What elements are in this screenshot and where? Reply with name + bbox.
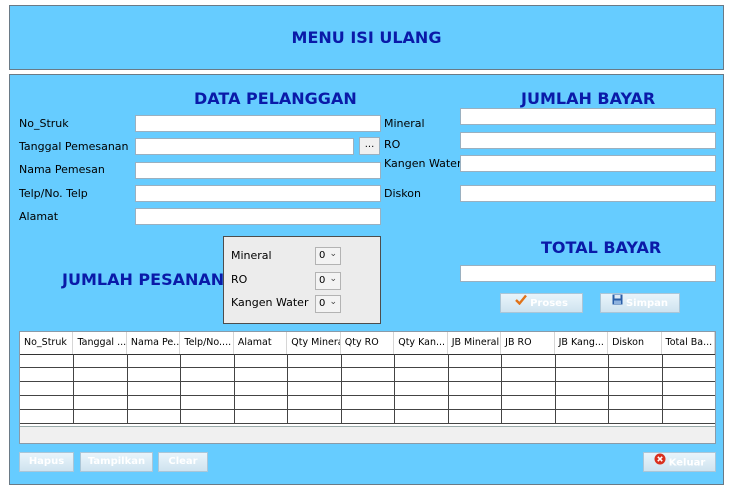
check-icon [515,294,528,312]
table-row[interactable] [20,382,715,396]
table-scroll-area[interactable] [20,426,715,443]
total-section-title: TOTAL BAYAR [541,238,662,257]
table-column-divider [501,354,503,424]
tanggal-label: Tanggal Pemesanan [19,140,129,153]
customer-section-title: DATA PELANGGAN [194,89,357,108]
qty-kangen-label: Kangen Water [231,296,309,309]
table-column-divider [394,354,396,424]
telp-label: Telp/No. Telp [19,187,88,200]
table-column-header[interactable]: JB RO [501,332,555,354]
close-circle-icon [654,453,666,472]
header-panel: MENU ISI ULANG [9,5,724,70]
table-column-header[interactable]: No_Struk [20,332,74,354]
alamat-field[interactable] [135,208,381,225]
no-struk-field[interactable] [135,115,381,132]
diskon-field[interactable] [460,185,716,202]
no-struk-label: No_Struk [19,117,69,130]
tanggal-field[interactable] [135,138,354,155]
table-column-divider [180,354,182,424]
qty-kangen-select[interactable]: 0 ⌄ [315,295,341,313]
table-column-divider [661,354,663,424]
table-column-divider [287,354,289,424]
date-picker-button[interactable]: ... [359,137,380,155]
table-column-header[interactable]: JB Kang... [555,332,609,354]
orders-table[interactable]: No_Struk Tanggal ... Nama Pe... Telp/No....… [19,331,716,444]
table-column-header[interactable]: Telp/No.... [180,332,234,354]
payment-section-title: JUMLAH BAYAR [521,89,656,108]
table-column-divider [73,354,75,424]
tampilkan-button[interactable]: Tampilkan [80,452,153,472]
table-column-divider [340,354,342,424]
proses-label: Proses [530,298,568,309]
qty-ro-select[interactable]: 0 ⌄ [315,272,341,290]
table-column-divider [554,354,556,424]
pay-kangen-field[interactable] [460,155,716,172]
table-column-divider [447,354,449,424]
chevron-down-icon: ⌄ [329,297,337,307]
table-column-header[interactable]: Qty RO [341,332,395,354]
simpan-button[interactable]: Simpan [600,293,680,313]
table-column-header[interactable]: Tanggal ... [73,332,127,354]
order-section-title: JUMLAH PESANAN [62,270,225,289]
simpan-label: Simpan [625,298,669,309]
table-column-header[interactable]: Nama Pe... [127,332,181,354]
table-column-header[interactable]: Total Ba... [662,332,715,354]
chevron-down-icon: ⌄ [329,249,337,259]
hapus-button[interactable]: Hapus [19,452,74,472]
qty-ro-label: RO [231,273,248,286]
pay-ro-label: RO [384,138,401,151]
table-column-header[interactable]: JB Mineral [448,332,502,354]
table-column-header[interactable]: Diskon [608,332,662,354]
pay-mineral-field[interactable] [460,108,716,125]
qty-kangen-value: 0 [319,298,326,309]
nama-label: Nama Pemesan [19,163,105,176]
table-row[interactable] [20,396,715,410]
table-row[interactable] [20,354,715,368]
table-column-divider [126,354,128,424]
qty-mineral-label: Mineral [231,249,272,262]
table-column-divider [608,354,610,424]
alamat-label: Alamat [19,210,59,223]
pay-mineral-label: Mineral [384,117,425,130]
table-header: No_Struk Tanggal ... Nama Pe... Telp/No....… [20,332,715,355]
chevron-down-icon: ⌄ [329,274,337,284]
qty-ro-value: 0 [319,275,326,286]
total-bayar-field[interactable] [460,265,716,282]
proses-button[interactable]: Proses [500,293,583,313]
diskon-label: Diskon [384,187,421,200]
table-column-header[interactable]: Qty Kan... [394,332,448,354]
table-column-divider [233,354,235,424]
pay-ro-field[interactable] [460,132,716,149]
page-title: MENU ISI ULANG [291,28,442,47]
clear-button[interactable]: Clear [158,452,208,472]
qty-mineral-select[interactable]: 0 ⌄ [315,247,341,265]
qty-mineral-value: 0 [319,250,326,261]
table-row[interactable] [20,410,715,424]
floppy-disk-icon [612,294,623,312]
table-column-header[interactable]: Qty Mineral [287,332,341,354]
keluar-button[interactable]: Keluar [643,452,716,472]
table-row[interactable] [20,368,715,382]
table-column-header[interactable]: Alamat [234,332,288,354]
pay-kangen-label: Kangen Water [384,157,462,170]
telp-field[interactable] [135,185,381,202]
table-body [20,354,715,424]
keluar-label: Keluar [668,457,706,469]
nama-field[interactable] [135,162,381,179]
